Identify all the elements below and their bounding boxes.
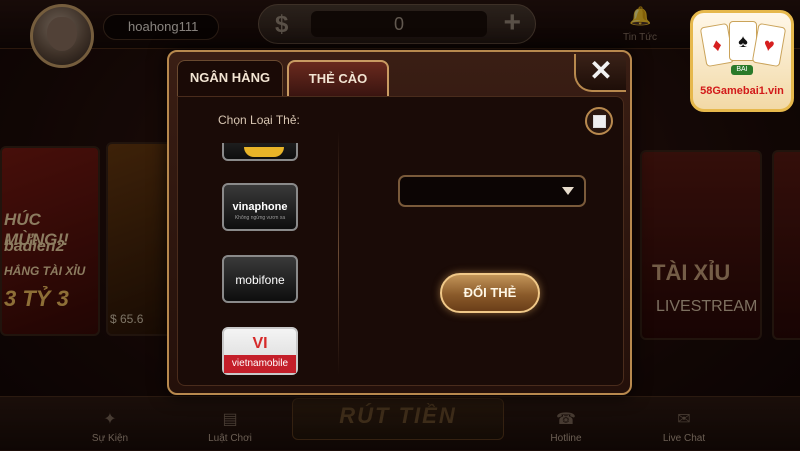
vinaphone-slogan: Không ngừng vươn xa (234, 215, 286, 221)
carrier-viettel[interactable] (222, 143, 298, 161)
vietnamobile-logo-icon: VI (252, 335, 268, 352)
brand-logo: ♦ ♠ ♥ BAI 58Gamebai1.vin (690, 10, 794, 112)
close-icon: ✕ (589, 55, 613, 86)
tab-bank[interactable]: NGÂN HÀNG (177, 60, 283, 96)
close-button[interactable]: ✕ (574, 54, 626, 92)
heart-card-icon: ♥ (751, 22, 787, 68)
history-button[interactable] (585, 107, 613, 135)
mobifone-logo: mobifone (235, 273, 285, 287)
exchange-card-button[interactable]: ĐỔI THẺ (440, 273, 540, 313)
tab-scratch-card[interactable]: THẺ CÀO (287, 60, 389, 96)
vinaphone-logo: vinaphone (232, 201, 288, 213)
brand-site-name: 58Gamebai1.vin (700, 85, 784, 97)
panel-divider (338, 131, 339, 375)
withdraw-dialog: NGÂN HÀNG THẺ CÀO ✕ Chọn Loại Thẻ: vinap… (167, 50, 632, 395)
brand-chip: BAI (731, 65, 753, 75)
vietnamobile-label: vietnamobile (224, 355, 296, 373)
viettel-logo-icon (244, 147, 284, 157)
card-amount-select[interactable] (398, 175, 586, 207)
carrier-list[interactable]: vinaphone Không ngừng vươn xa mobifone V… (220, 143, 300, 379)
document-icon (592, 115, 606, 128)
carrier-vietnamobile[interactable]: VI vietnamobile (222, 327, 298, 375)
chevron-down-icon (562, 187, 574, 195)
carrier-mobifone[interactable]: mobifone (222, 255, 298, 303)
select-card-type-label: Chọn Loại Thẻ: (218, 113, 300, 127)
card-panel: Chọn Loại Thẻ: vinaphone Không ngừng vươ… (177, 96, 624, 386)
carrier-vinaphone[interactable]: vinaphone Không ngừng vươn xa (222, 183, 298, 231)
